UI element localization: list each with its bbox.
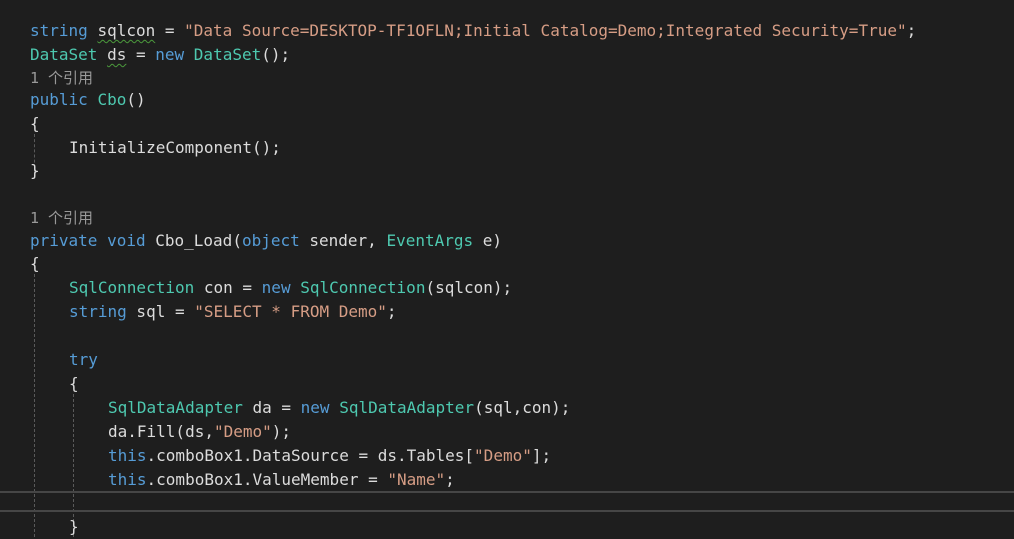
punctuation: ; bbox=[386, 302, 397, 321]
identifier: con = bbox=[194, 278, 262, 297]
close-brace: } bbox=[30, 161, 40, 180]
string-literal: "Name" bbox=[387, 470, 446, 489]
codelens-references[interactable]: 1 个引用 bbox=[30, 206, 93, 230]
punctuation: (); bbox=[261, 45, 291, 64]
codelens-references[interactable]: 1 个引用 bbox=[30, 66, 93, 90]
code-line[interactable]: SqlConnection con = new SqlConnection(sq… bbox=[69, 276, 512, 300]
code-line[interactable]: this.comboBox1.DataSource = ds.Tables["D… bbox=[108, 444, 551, 468]
identifier: ds bbox=[107, 45, 127, 64]
code-line[interactable]: InitializeComponent(); bbox=[69, 136, 281, 160]
parameter: sender, bbox=[299, 231, 387, 250]
close-brace: } bbox=[69, 517, 79, 536]
parameter: e) bbox=[473, 231, 503, 250]
keyword: new bbox=[261, 278, 291, 297]
operator: = bbox=[155, 21, 185, 40]
try-keyword: try bbox=[69, 350, 98, 369]
string-literal: "Data Source=DESKTOP-TF1OFLN;Initial Cat… bbox=[184, 21, 907, 40]
code-line[interactable]: string sql = "SELECT * FROM Demo"; bbox=[69, 300, 397, 324]
identifier: da = bbox=[242, 398, 301, 417]
keyword: object bbox=[241, 231, 300, 250]
code-editor[interactable]: string sqlcon = "Data Source=DESKTOP-TF1… bbox=[0, 0, 1014, 537]
open-brace: { bbox=[69, 374, 79, 393]
keyword: private bbox=[30, 231, 98, 250]
open-brace: { bbox=[30, 254, 40, 273]
type-name: SqlDataAdapter bbox=[339, 398, 475, 417]
keyword: public bbox=[30, 90, 88, 109]
keyword: string bbox=[69, 302, 127, 321]
type-name: SqlConnection bbox=[300, 278, 426, 297]
punctuation: ; bbox=[445, 470, 455, 489]
constructor-name: Cbo bbox=[97, 90, 127, 109]
method-call: da.Fill(ds, bbox=[108, 422, 214, 441]
open-brace: { bbox=[30, 114, 40, 133]
operator: = bbox=[126, 45, 156, 64]
code-line[interactable]: this.comboBox1.ValueMember = "Name"; bbox=[108, 468, 455, 492]
type-name: EventArgs bbox=[386, 231, 474, 250]
string-literal: "SELECT * FROM Demo" bbox=[194, 302, 387, 321]
code-line[interactable]: SqlDataAdapter da = new SqlDataAdapter(s… bbox=[108, 396, 570, 420]
string-literal: "Demo" bbox=[474, 446, 532, 465]
punctuation: (sqlcon); bbox=[425, 278, 513, 297]
punctuation: ; bbox=[906, 21, 917, 40]
code-line[interactable]: da.Fill(ds,"Demo"); bbox=[108, 420, 291, 444]
type-name: DataSet bbox=[30, 45, 98, 64]
punctuation: ]; bbox=[531, 446, 552, 465]
identifier: sqlcon bbox=[97, 21, 156, 40]
identifier: sql = bbox=[126, 302, 195, 321]
type-name: SqlConnection bbox=[69, 278, 195, 297]
punctuation: (sql,con); bbox=[474, 398, 571, 417]
keyword: string bbox=[30, 21, 88, 40]
string-literal: "Demo" bbox=[213, 422, 272, 441]
keyword: this bbox=[108, 446, 147, 465]
code-line[interactable]: public Cbo() bbox=[30, 88, 146, 112]
code-line[interactable]: private void Cbo_Load(object sender, Eve… bbox=[30, 229, 502, 253]
code-line[interactable]: string sqlcon = "Data Source=DESKTOP-TF1… bbox=[30, 19, 916, 43]
current-line-highlight bbox=[0, 491, 1014, 512]
type-name: DataSet bbox=[193, 45, 262, 64]
keyword: new bbox=[300, 398, 330, 417]
punctuation: () bbox=[126, 90, 146, 109]
punctuation: ); bbox=[271, 422, 292, 441]
member-access: .comboBox1.ValueMember = bbox=[146, 470, 388, 489]
code-line[interactable]: DataSet ds = new DataSet(); bbox=[30, 43, 290, 67]
keyword: this bbox=[108, 470, 147, 489]
keyword: void bbox=[107, 231, 146, 250]
keyword: new bbox=[155, 45, 185, 64]
type-name: SqlDataAdapter bbox=[108, 398, 243, 417]
member-access: .comboBox1.DataSource = ds.Tables[ bbox=[146, 446, 475, 465]
method-name: Cbo_Load( bbox=[155, 231, 242, 250]
